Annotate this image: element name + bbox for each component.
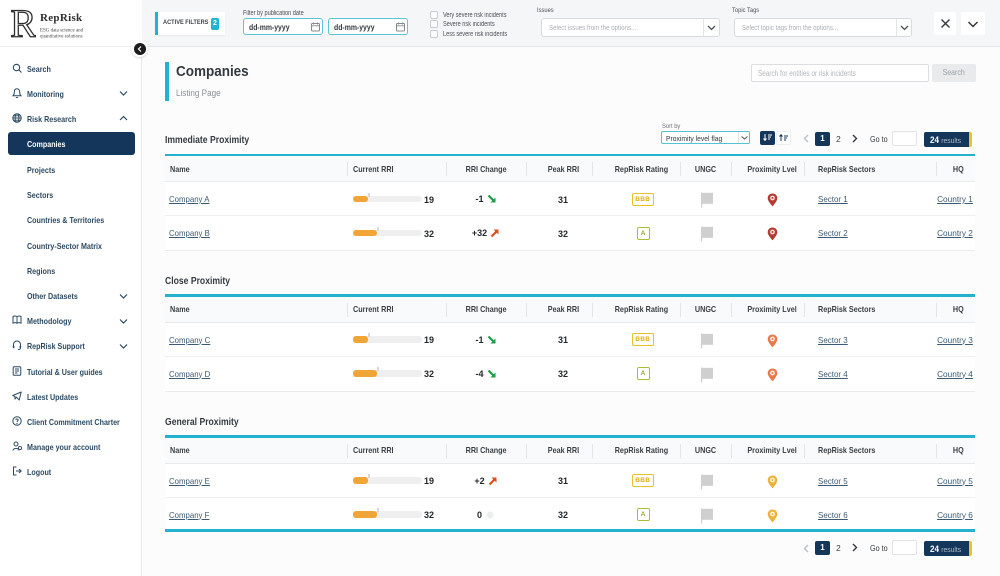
svg-text:R: R [11,8,36,39]
